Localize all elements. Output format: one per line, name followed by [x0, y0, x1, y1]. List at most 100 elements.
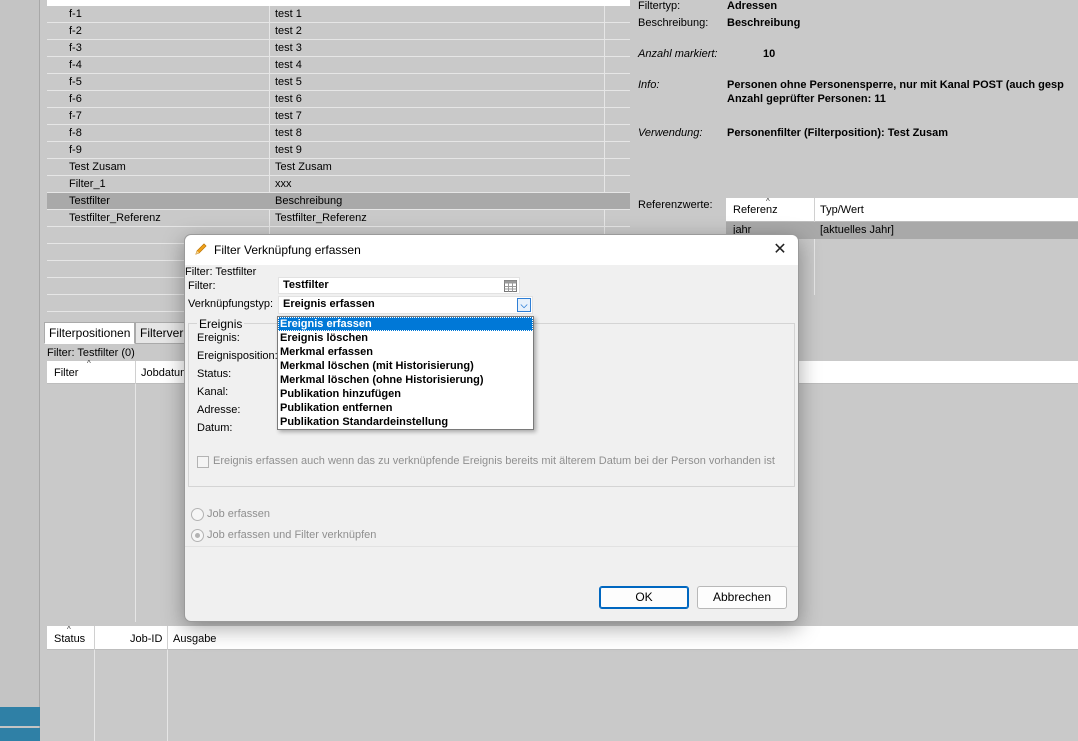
table-row[interactable]: f-5 test 5 [47, 74, 630, 91]
filter-description: Beschreibung [275, 195, 343, 207]
column-divider [167, 650, 168, 741]
table-row[interactable]: f-1 test 1 [47, 6, 630, 23]
ok-button[interactable]: OK [599, 586, 689, 609]
datum-label: Datum: [197, 422, 233, 434]
left-strip-highlight-2 [0, 728, 40, 741]
filter-name: Testfilter_Referenz [69, 212, 161, 224]
filter-name: f-3 [69, 42, 82, 54]
verknuepfungstyp-dropdown-list[interactable]: Ereignis erfassen Ereignis löschen Merkm… [277, 316, 534, 430]
ereignis-erfassen-checkbox[interactable] [197, 456, 209, 468]
table-lookup-icon[interactable] [504, 280, 517, 292]
table-row[interactable]: f-8 test 8 [47, 125, 630, 142]
column-divider [135, 361, 136, 384]
filter-name: f-5 [69, 76, 82, 88]
job-und-filter-radio[interactable] [191, 529, 204, 542]
jobdatum-column-header[interactable]: Jobdatum [141, 367, 189, 379]
positions-caption: Filter: Testfilter (0) [47, 347, 135, 359]
filter-description: test 3 [275, 42, 302, 54]
job-status-table[interactable]: ^ Status Job-ID Ausgabe [47, 625, 1078, 741]
left-strip-highlight [0, 707, 40, 726]
filter-info-panel: Filtertyp: Adressen Beschreibung: Beschr… [633, 0, 1078, 195]
filter-description: test 1 [275, 8, 302, 20]
table-row[interactable]: Testfilter_Referenz Testfilter_Referenz [47, 210, 630, 227]
filtertyp-label: Filtertyp: [638, 0, 681, 12]
beschreibung-value: Beschreibung [727, 17, 801, 29]
filter-description: test 8 [275, 127, 302, 139]
dialog-title: Filter Verknüpfung erfassen [214, 243, 361, 257]
column-divider [94, 626, 95, 650]
chevron-down-icon[interactable]: ⌵ [517, 298, 531, 312]
dropdown-option[interactable]: Publikation Standardeinstellung [278, 415, 533, 429]
table-row[interactable]: Test Zusam Test Zusam [47, 159, 630, 176]
checkbox-label: Ereignis erfassen auch wenn das zu verkn… [213, 455, 775, 467]
filter-name: Testfilter [69, 195, 110, 207]
filter-name: f-4 [69, 59, 82, 71]
typwert-column-header[interactable]: Typ/Wert [820, 204, 864, 216]
verknuepfungstyp-select[interactable]: Ereignis erfassen ⌵ [278, 296, 533, 314]
column-divider [814, 239, 815, 295]
close-icon[interactable]: ✕ [770, 240, 790, 260]
table-row[interactable]: Filter_1 xxx [47, 176, 630, 193]
filter-description: xxx [275, 178, 292, 190]
referenz-column-header[interactable]: Referenz [733, 204, 778, 216]
beschreibung-label: Beschreibung: [638, 17, 709, 29]
filter-name: f-8 [69, 127, 82, 139]
info-line-2: Anzahl geprüfter Personen: 11 [727, 93, 886, 105]
table-row-selected[interactable]: Testfilter Beschreibung [47, 193, 630, 210]
job-erfassen-radio[interactable] [191, 508, 204, 521]
filter-name: f-2 [69, 25, 82, 37]
referenz-table-header: ^ Referenz Typ/Wert [726, 197, 1078, 222]
cancel-button[interactable]: Abbrechen [697, 586, 787, 609]
dialog-subtitle: Filter: Testfilter [185, 266, 257, 278]
dropdown-option[interactable]: Ereignis löschen [278, 331, 533, 345]
ereignisposition-label: Ereignisposition: [197, 350, 278, 362]
filter-name: f-6 [69, 93, 82, 105]
table-row[interactable]: f-7 test 7 [47, 108, 630, 125]
table-row[interactable]: f-3 test 3 [47, 40, 630, 57]
filter-description: test 4 [275, 59, 302, 71]
dropdown-option[interactable]: Merkmal erfassen [278, 345, 533, 359]
dropdown-option[interactable]: Publikation entfernen [278, 401, 533, 415]
adresse-label: Adresse: [197, 404, 241, 416]
verknuepfungstyp-label: Verknüpfungstyp: [188, 298, 274, 310]
dropdown-option[interactable]: Merkmal löschen (mit Historisierung) [278, 359, 533, 373]
sort-caret-icon: ^ [87, 359, 91, 368]
filter-description: test 9 [275, 144, 302, 156]
ereignis-label: Ereignis: [197, 332, 240, 344]
filter-name: Test Zusam [69, 161, 126, 173]
pencil-icon [195, 243, 207, 255]
status-column-header[interactable]: Status [54, 633, 85, 645]
status-table-header: ^ Status Job-ID Ausgabe [47, 625, 1078, 650]
dropdown-option[interactable]: Publikation hinzufügen [278, 387, 533, 401]
filter-name: f-1 [69, 8, 82, 20]
info-label: Info: [638, 79, 660, 91]
table-row[interactable]: f-9 test 9 [47, 142, 630, 159]
filter-value: Testfilter [283, 279, 329, 291]
radio-label: Job erfassen und Filter verknüpfen [207, 529, 377, 541]
info-line-1: Personen ohne Personensperre, nur mit Ka… [727, 79, 1064, 91]
filter-label: Filter: [188, 280, 216, 292]
filter-description: test 6 [275, 93, 302, 105]
table-row[interactable]: f-2 test 2 [47, 23, 630, 40]
ausgabe-column-header[interactable]: Ausgabe [173, 633, 216, 645]
tab-label: Filterverk [140, 326, 190, 340]
left-panel-strip [0, 0, 40, 741]
kanal-label: Kanal: [197, 386, 229, 398]
table-row[interactable]: f-6 test 6 [47, 91, 630, 108]
filtertyp-value: Adressen [727, 0, 778, 12]
anzahl-label: Anzahl markiert: [638, 48, 718, 60]
dropdown-option[interactable]: Merkmal löschen (ohne Historisierung) [278, 373, 533, 387]
column-divider [814, 198, 815, 222]
filter-description: Testfilter_Referenz [275, 212, 367, 224]
filter-field[interactable]: Testfilter [278, 277, 520, 294]
jobid-column-header[interactable]: Job-ID [130, 633, 162, 645]
verwendung-value: Personenfilter (Filterposition): Test Zu… [727, 127, 949, 139]
divider [185, 546, 798, 547]
tab-filterpositionen[interactable]: Filterpositionen [44, 322, 135, 344]
column-divider [167, 626, 168, 650]
column-divider [135, 384, 136, 622]
dropdown-option-selected[interactable]: Ereignis erfassen [278, 317, 533, 331]
table-row[interactable]: f-4 test 4 [47, 57, 630, 74]
filter-column-header[interactable]: Filter [54, 367, 78, 379]
dialog-titlebar[interactable]: Filter Verknüpfung erfassen ✕ [185, 235, 798, 265]
